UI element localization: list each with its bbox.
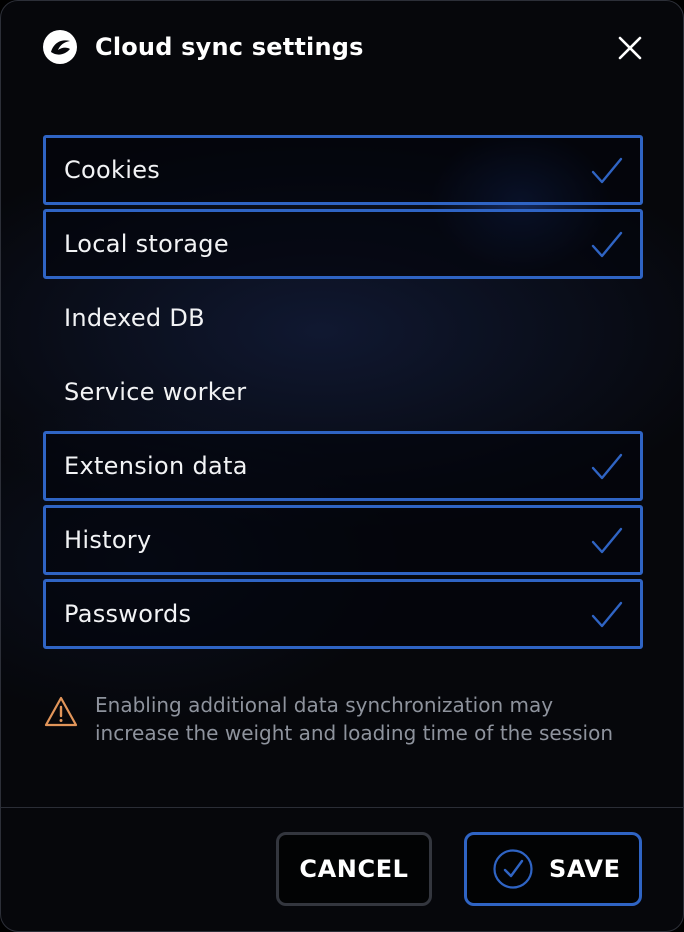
checkmark-icon: [591, 157, 623, 184]
option-label: History: [64, 526, 152, 554]
option-local-storage[interactable]: Local storage: [43, 209, 643, 279]
footer-divider: [1, 807, 683, 808]
checkmark-icon: [591, 601, 623, 628]
option-label: Extension data: [64, 452, 248, 480]
option-cookies[interactable]: Cookies: [43, 135, 643, 205]
option-label: Indexed DB: [64, 304, 205, 332]
option-extension-data[interactable]: Extension data: [43, 431, 643, 501]
option-indexed-db[interactable]: Indexed DB: [43, 283, 643, 353]
save-button-label: SAVE: [549, 855, 621, 883]
checkmark-icon: [591, 231, 623, 258]
check-circle-icon: [493, 849, 533, 889]
dialog-title: Cloud sync settings: [95, 33, 364, 61]
option-label: Service worker: [64, 378, 247, 406]
app-logo-icon: [43, 30, 77, 64]
warning-text: Enabling additional data synchronization…: [95, 693, 614, 745]
option-label: Passwords: [64, 600, 192, 628]
option-history[interactable]: History: [43, 505, 643, 575]
dialog-header: Cloud sync settings: [1, 1, 683, 95]
cloud-sync-settings-dialog: Cloud sync settings Cookies Local storag…: [0, 0, 684, 932]
warning-triangle-icon: [44, 696, 78, 727]
checkmark-icon: [591, 527, 623, 554]
close-icon[interactable]: [613, 31, 647, 65]
cancel-button[interactable]: CANCEL: [276, 832, 432, 906]
checkmark-icon: [591, 453, 623, 480]
option-passwords[interactable]: Passwords: [43, 579, 643, 649]
cancel-button-label: CANCEL: [299, 855, 409, 883]
option-service-worker[interactable]: Service worker: [43, 357, 643, 427]
option-label: Cookies: [64, 156, 161, 184]
option-label: Local storage: [64, 230, 229, 258]
save-button[interactable]: SAVE: [464, 832, 642, 906]
sync-options-list: Cookies Local storage Indexed DB Service…: [43, 135, 643, 653]
